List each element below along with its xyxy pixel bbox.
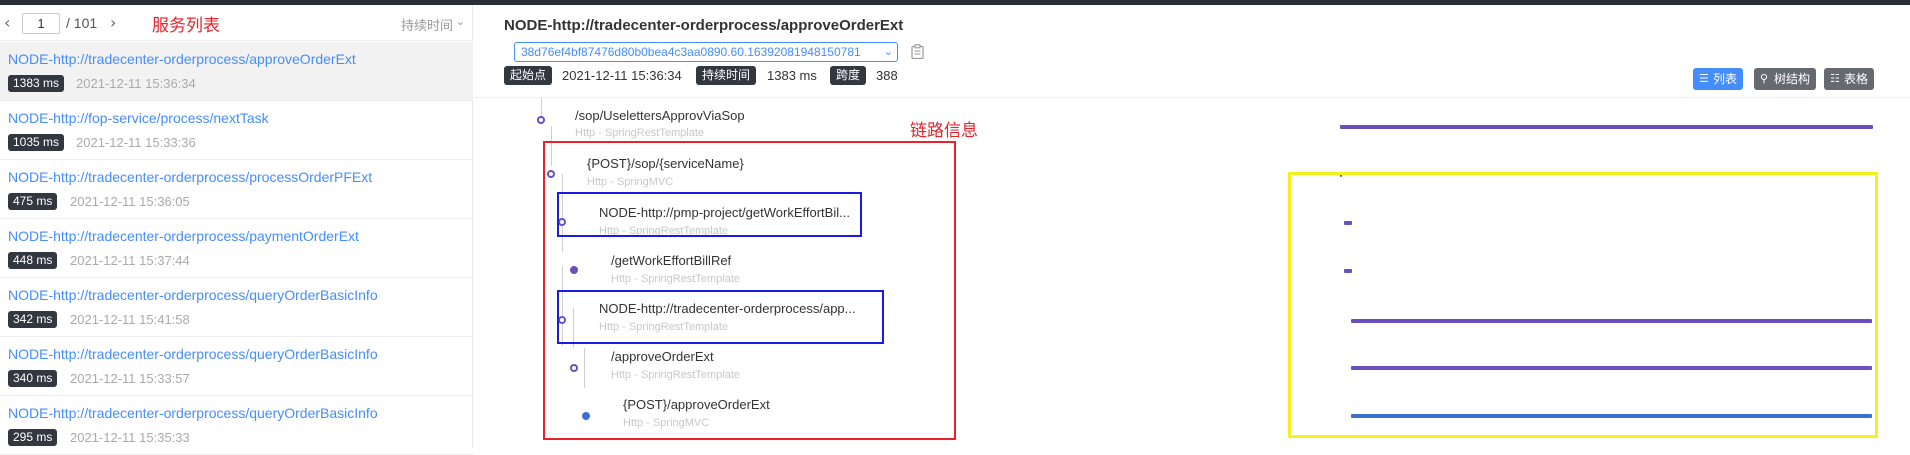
trace-title: NODE-http://tradecenter-orderprocess/app…	[504, 17, 904, 34]
span-type: Http - SpringMVC	[623, 417, 710, 429]
trace-id-select[interactable]: 38d76ef4bf87476d80b0bea4c3aa0890.60.1639…	[514, 42, 898, 62]
trace-item[interactable]: NODE-http://tradecenter-orderprocess/pro…	[0, 160, 473, 219]
chevron-left-icon[interactable]: ‹	[4, 13, 10, 32]
span-name[interactable]: /approveOrderExt	[611, 349, 714, 364]
trace-endpoint[interactable]: NODE-http://tradecenter-orderprocess/pay…	[8, 228, 359, 244]
span-type: Http - SpringRestTemplate	[599, 225, 728, 237]
trace-time: 2021-12-11 15:33:36	[76, 135, 196, 150]
span-timeline-bar[interactable]	[1351, 366, 1872, 370]
duration-badge: 342 ms	[8, 311, 58, 328]
span-name[interactable]: {POST}/sop/{serviceName}	[587, 156, 744, 171]
span-name[interactable]: /sop/UselettersApprovViaSop	[575, 108, 745, 123]
trace-time: 2021-12-11 15:33:57	[70, 371, 190, 386]
page-input[interactable]: 1	[22, 13, 60, 34]
table-icon: ☷	[1830, 72, 1840, 85]
pager: ‹ 1 / 101 › 服务列表 持续时间 ⌄	[0, 5, 473, 41]
trace-item[interactable]: NODE-http://tradecenter-orderprocess/que…	[0, 396, 473, 455]
duration-label: 持续时间	[696, 66, 757, 85]
tree-connector	[562, 266, 563, 346]
chevron-down-icon[interactable]: ⌄	[456, 15, 465, 28]
span-type: Http - SpringRestTemplate	[599, 321, 728, 333]
span-value: 388	[876, 68, 898, 83]
sort-select[interactable]: 持续时间	[401, 15, 453, 34]
span-node-icon	[558, 316, 566, 324]
trace-item[interactable]: NODE-http://tradecenter-orderprocess/que…	[0, 278, 473, 337]
span-name[interactable]: NODE-http://pmp-project/getWorkEffortBil…	[599, 205, 850, 220]
trace-time: 2021-12-11 15:37:44	[70, 253, 190, 268]
span-label: 跨度	[830, 66, 867, 85]
trace-detail-panel: NODE-http://tradecenter-orderprocess/app…	[474, 5, 1910, 448]
span-name[interactable]: NODE-http://tradecenter-orderprocess/app…	[599, 301, 856, 316]
span-name[interactable]: /getWorkEffortBillRef	[611, 253, 731, 268]
span-timeline-bar[interactable]	[1340, 173, 1342, 177]
trace-endpoint[interactable]: NODE-http://tradecenter-orderprocess/que…	[8, 346, 378, 362]
node-highlight	[557, 290, 884, 344]
tree-icon: ⚲	[1760, 72, 1769, 85]
trace-time: 2021-12-11 15:36:34	[76, 76, 196, 91]
chevron-down-icon[interactable]: ⌄	[884, 43, 893, 61]
trace-item[interactable]: NODE-http://fop-service/process/nextTask…	[0, 101, 473, 160]
view-tree-label: 树结构	[1774, 72, 1811, 86]
service-list-annotation: 服务列表	[152, 16, 220, 36]
trace-endpoint[interactable]: NODE-http://fop-service/process/nextTask	[8, 110, 269, 126]
span-node-icon	[558, 218, 566, 226]
span-timeline-bar[interactable]	[1340, 125, 1873, 129]
view-table-label: 表格	[1844, 72, 1869, 86]
view-list-label: 列表	[1713, 72, 1738, 86]
trace-endpoint[interactable]: NODE-http://tradecenter-orderprocess/que…	[8, 405, 378, 421]
duration-badge: 295 ms	[8, 429, 58, 446]
list-icon: ☰	[1699, 72, 1709, 85]
span-node-icon	[537, 116, 545, 124]
trace-list: NODE-http://tradecenter-orderprocess/app…	[0, 42, 473, 455]
span-type: Http - SpringRestTemplate	[611, 369, 740, 381]
view-list-button[interactable]: ☰ 列表	[1693, 68, 1744, 90]
trace-endpoint[interactable]: NODE-http://tradecenter-orderprocess/que…	[8, 287, 378, 303]
tree-connector	[573, 308, 574, 348]
chevron-right-icon[interactable]: ›	[110, 13, 116, 32]
span-type: Http - SpringRestTemplate	[611, 273, 740, 285]
tree-connector	[562, 174, 563, 252]
view-tree-button[interactable]: ⚲ 树结构	[1754, 68, 1817, 90]
span-node-icon	[570, 364, 578, 372]
trace-item[interactable]: NODE-http://tradecenter-orderprocess/que…	[0, 337, 473, 396]
duration-badge: 1035 ms	[8, 134, 65, 151]
tree-connector	[551, 126, 552, 166]
span-type: Http - SpringRestTemplate	[575, 127, 704, 139]
trace-time: 2021-12-11 15:35:33	[70, 430, 190, 445]
duration-value: 1383 ms	[767, 68, 817, 83]
duration-badge: 448 ms	[8, 252, 58, 269]
span-timeline-bar[interactable]	[1344, 221, 1352, 225]
trace-id-value: 38d76ef4bf87476d80b0bea4c3aa0890.60.1639…	[521, 45, 861, 59]
trace-item[interactable]: NODE-http://tradecenter-orderprocess/app…	[0, 42, 473, 101]
duration-badge: 1383 ms	[8, 75, 65, 92]
view-table-button[interactable]: ☷ 表格	[1824, 68, 1875, 90]
span-timeline-bar[interactable]	[1351, 319, 1872, 323]
trace-endpoint[interactable]: NODE-http://tradecenter-orderprocess/pro…	[8, 169, 372, 185]
span-tree: /sop/UselettersApprovViaSop Http - Sprin…	[474, 98, 1910, 448]
tree-connector	[584, 348, 585, 388]
start-label: 起始点	[504, 66, 553, 85]
start-value: 2021-12-11 15:36:34	[562, 68, 682, 83]
span-timeline-bar[interactable]	[1344, 269, 1352, 273]
tree-connector	[541, 98, 542, 116]
span-node-icon	[570, 266, 578, 274]
link-info-annotation: 链路信息	[910, 121, 978, 141]
duration-badge: 475 ms	[8, 193, 58, 210]
trace-time: 2021-12-11 15:36:05	[70, 194, 190, 209]
service-list-panel: ‹ 1 / 101 › 服务列表 持续时间 ⌄ NODE-http://trad…	[0, 5, 473, 455]
span-timeline-bar[interactable]	[1351, 414, 1872, 418]
page-total: / 101	[66, 15, 98, 31]
span-node-icon	[582, 412, 590, 420]
copy-icon[interactable]	[911, 44, 924, 59]
span-type: Http - SpringMVC	[587, 176, 674, 188]
span-node-icon	[547, 170, 555, 178]
trace-item[interactable]: NODE-http://tradecenter-orderprocess/pay…	[0, 219, 473, 278]
timeline-highlight	[1288, 172, 1878, 438]
duration-badge: 340 ms	[8, 370, 58, 387]
trace-time: 2021-12-11 15:41:58	[70, 312, 190, 327]
span-name[interactable]: {POST}/approveOrderExt	[623, 397, 770, 412]
trace-endpoint[interactable]: NODE-http://tradecenter-orderprocess/app…	[8, 51, 356, 67]
